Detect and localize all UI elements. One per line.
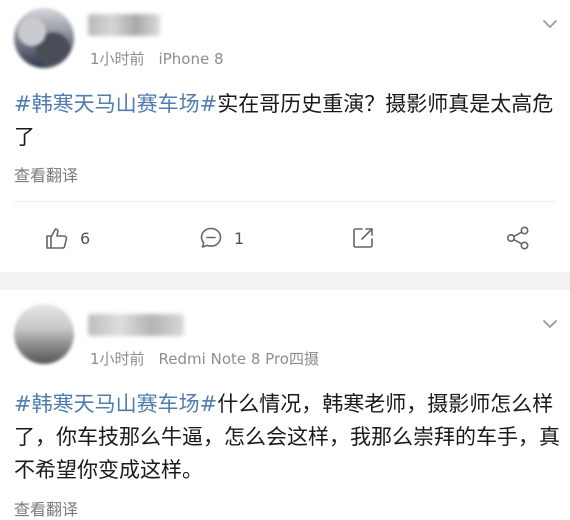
post-source: iPhone 8 <box>158 50 224 68</box>
blurred-username[interactable] <box>88 314 184 336</box>
chevron-down-icon[interactable] <box>540 314 560 334</box>
weibo-post-2: 1小时前 Redmi Note 8 Pro四摄 #韩寒天马山赛车场#什么情况，韩寒… <box>0 290 570 520</box>
post-time: 1小时前 <box>90 50 145 68</box>
post-text: #韩寒天马山赛车场#实在哥历史重演？摄影师真是太高危了 <box>14 88 562 154</box>
avatar[interactable] <box>14 304 74 364</box>
post-meta: 1小时前 Redmi Note 8 Pro四摄 <box>90 348 319 369</box>
repost-button[interactable] <box>350 224 376 252</box>
hashtag-link[interactable]: #韩寒天马山赛车场# <box>14 92 217 116</box>
like-count: 6 <box>80 228 91 248</box>
like-button[interactable]: 6 <box>44 224 90 252</box>
thumbs-up-icon <box>44 225 70 251</box>
chevron-down-icon[interactable] <box>540 14 560 34</box>
translate-link[interactable]: 查看翻译 <box>14 162 78 186</box>
post-separator <box>0 272 570 290</box>
comment-button[interactable]: 1 <box>198 224 244 252</box>
blurred-username[interactable] <box>88 14 160 36</box>
share-arrow-icon <box>350 225 376 251</box>
comment-count: 1 <box>234 228 245 248</box>
post-meta: 1小时前 iPhone 8 <box>90 48 224 69</box>
share-nodes-icon <box>505 225 531 251</box>
translate-link[interactable]: 查看翻译 <box>14 496 78 520</box>
avatar[interactable] <box>14 8 74 68</box>
hashtag-link[interactable]: #韩寒天马山赛车场# <box>14 392 217 416</box>
share-button[interactable] <box>505 224 531 252</box>
divider <box>14 201 556 202</box>
comment-bubble-icon <box>198 225 224 251</box>
weibo-post-1: 1小时前 iPhone 8 #韩寒天马山赛车场#实在哥历史重演？摄影师真是太高危了… <box>0 0 570 272</box>
post-text: #韩寒天马山赛车场#什么情况，韩寒老师，摄影师怎么样了，你车技那么牛逼，怎么会这… <box>14 388 562 487</box>
post-time: 1小时前 <box>90 350 145 368</box>
post-source: Redmi Note 8 Pro四摄 <box>158 350 319 368</box>
